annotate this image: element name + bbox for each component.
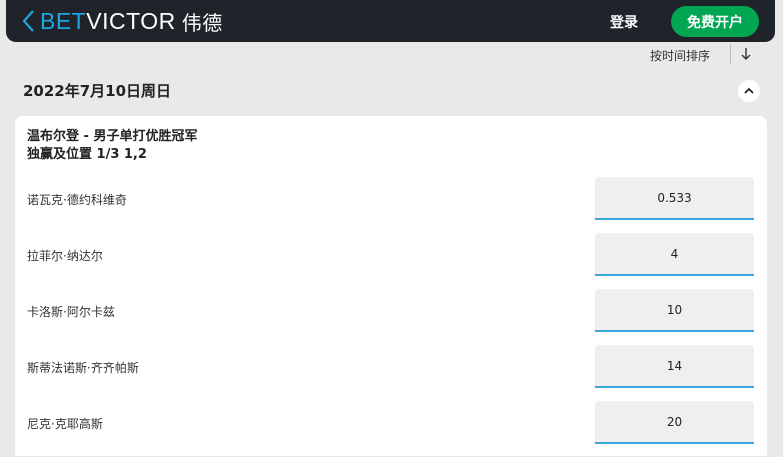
market-title: 温布尔登 - 男子单打优胜冠军 bbox=[27, 129, 198, 144]
runner-row: 诺瓦克·德约科维奇 0.533 bbox=[15, 177, 767, 233]
odds-button[interactable]: 20 bbox=[595, 401, 754, 444]
runner-name: 拉菲尔·纳达尔 bbox=[27, 249, 103, 263]
logo-bet: BET bbox=[40, 7, 87, 34]
market-header: 温布尔登 - 男子单打优胜冠军 独赢及位置 1/3 1,2 bbox=[27, 128, 197, 164]
market-subtitle: 独赢及位置 1/3 1,2 bbox=[27, 147, 147, 162]
market-card: 温布尔登 - 男子单打优胜冠军 独赢及位置 1/3 1,2 诺瓦克·德约科维奇 … bbox=[15, 116, 767, 456]
odds-button[interactable]: 14 bbox=[595, 345, 754, 388]
betvictor-logo[interactable]: BET VICTOR 伟德 bbox=[40, 7, 223, 35]
runner-name: 卡洛斯·阿尔卡兹 bbox=[27, 305, 115, 319]
runner-name: 斯蒂法诺斯·齐齐帕斯 bbox=[27, 361, 139, 375]
runner-name: 诺瓦克·德约科维奇 bbox=[27, 193, 127, 207]
runner-row: 拉菲尔·纳达尔 4 bbox=[15, 233, 767, 289]
runner-name: 尼克·克耶高斯 bbox=[27, 417, 103, 431]
top-header: BET VICTOR 伟德 登录 免费开户 bbox=[6, 0, 775, 42]
arrow-down-icon[interactable] bbox=[740, 46, 752, 62]
sort-divider bbox=[730, 44, 731, 64]
sort-label: 按时间排序 bbox=[650, 48, 711, 63]
runner-row: 卡洛斯·阿尔卡兹 10 bbox=[15, 289, 767, 345]
odds-button[interactable]: 0.533 bbox=[595, 177, 754, 220]
register-button[interactable]: 免费开户 bbox=[671, 6, 759, 37]
chevron-left-icon[interactable] bbox=[20, 9, 38, 33]
runner-row: 尼克·克耶高斯 20 bbox=[15, 401, 767, 457]
sort-by-time-button[interactable]: 按时间排序 bbox=[650, 46, 710, 64]
runner-row: 斯蒂法诺斯·齐齐帕斯 14 bbox=[15, 345, 767, 401]
logo-victor: VICTOR bbox=[86, 7, 176, 34]
logo-chinese: 伟德 bbox=[181, 12, 223, 35]
date-title: 2022年7月10日周日 bbox=[23, 82, 172, 100]
odds-button[interactable]: 10 bbox=[595, 289, 754, 332]
login-button[interactable]: 登录 bbox=[610, 12, 638, 32]
chevron-up-icon bbox=[744, 87, 754, 94]
collapse-button[interactable] bbox=[738, 80, 760, 102]
odds-button[interactable]: 4 bbox=[595, 233, 754, 276]
